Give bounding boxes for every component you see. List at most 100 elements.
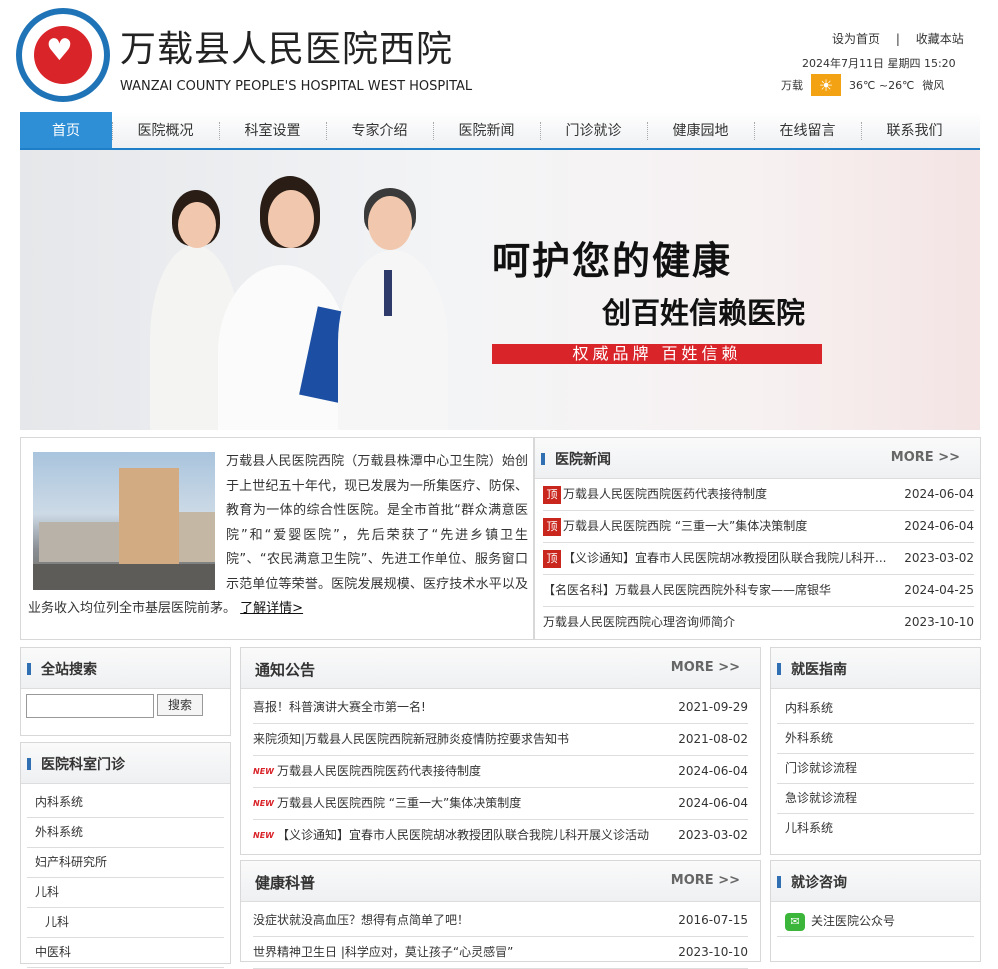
top-links-separator: |	[895, 32, 900, 46]
dept-item[interactable]: 内科系统	[27, 788, 224, 818]
guide-item[interactable]: 门诊就诊流程	[777, 754, 974, 784]
notice-title[interactable]: 来院须知|万载县人民医院西院新冠肺炎疫情防控要求告知书	[253, 732, 569, 746]
list-item[interactable]: 万载县人民医院西院心理咨询师简介 2023-10-10	[543, 607, 974, 638]
health-title-item[interactable]: 没症状就没高血压？想得有点简单了吧！	[253, 913, 469, 927]
notices-list: 喜报！科普演讲大赛全市第一名! 2021-09-29 来院须知|万载县人民医院西院…	[253, 692, 748, 851]
guide-item[interactable]: 儿科系统	[777, 814, 974, 843]
doctor-male-figure	[338, 250, 448, 430]
news-date: 2024-06-04	[904, 519, 974, 533]
nav-message[interactable]: 在线留言	[754, 112, 861, 148]
news-title[interactable]: 万载县人民医院西院医药代表接待制度	[563, 487, 767, 501]
health-title-item[interactable]: 世界精神卫生日 |科学应对，莫让孩子“心灵感冒”	[253, 945, 513, 959]
notice-date: 2021-09-29	[678, 700, 748, 714]
about-more-link[interactable]: 了解详情>	[240, 601, 303, 616]
list-item[interactable]: 顶万载县人民医院西院医药代表接待制度 2024-06-04	[543, 479, 974, 511]
hospital-news-box: 医院新闻 MORE >> 顶万载县人民医院西院医药代表接待制度 2024-06-0…	[534, 437, 981, 640]
list-item[interactable]: 【名医名科】万载县人民医院西院外科专家——席银华 2024-04-25	[543, 575, 974, 607]
list-item[interactable]: NEW 万载县人民医院西院 “三重一大”集体决策制度 2024-06-04	[253, 788, 748, 820]
health-date: 2016-07-15	[678, 913, 748, 927]
departments-header: 医院科室门诊	[21, 743, 230, 784]
health-header: 健康科普 MORE >>	[241, 861, 760, 902]
nav-contact[interactable]: 联系我们	[861, 112, 968, 148]
list-item[interactable]: NEW 万载县人民医院西院医药代表接待制度 2024-06-04	[253, 756, 748, 788]
list-item[interactable]: 世界精神卫生日 |科学应对，莫让孩子“心灵感冒” 2023-10-10	[253, 937, 748, 969]
notices-more[interactable]: MORE >>	[671, 660, 740, 675]
notice-title[interactable]: 万载县人民医院西院医药代表接待制度	[277, 764, 481, 778]
guide-box: 就医指南 内科系统 外科系统 门诊就诊流程 急诊就诊流程 儿科系统	[770, 647, 981, 855]
nav-departments[interactable]: 科室设置	[219, 112, 326, 148]
news-title[interactable]: 【义诊通知】宜春市人民医院胡冰教授团队联合我院儿科开...	[563, 551, 886, 565]
top-badge: 顶	[543, 549, 561, 568]
nav-outpatient[interactable]: 门诊就诊	[540, 112, 647, 148]
notice-title[interactable]: 万载县人民医院西院 “三重一大”集体决策制度	[277, 796, 521, 810]
dept-item[interactable]: 儿科	[27, 878, 224, 908]
notice-title[interactable]: 【义诊通知】宜春市人民医院胡冰教授团队联合我院儿科开展义诊活动	[277, 828, 649, 842]
about-image-spacer	[28, 450, 226, 590]
doctor-male-face	[368, 196, 412, 250]
list-item[interactable]: 顶【义诊通知】宜春市人民医院胡冰教授团队联合我院儿科开... 2023-03-02	[543, 543, 974, 575]
list-item[interactable]: 顶万载县人民医院西院 “三重一大”集体决策制度 2024-06-04	[543, 511, 974, 543]
wechat-label[interactable]: 关注医院公众号	[811, 914, 895, 928]
notice-date: 2023-03-02	[678, 828, 748, 842]
search-header: 全站搜索	[21, 648, 230, 689]
hero-banner: 呵护您的健康 创百姓信赖医院 权威品牌 百姓信赖	[20, 150, 980, 430]
title-bar-icon	[777, 876, 781, 888]
wechat-follow[interactable]: ✉ 关注医院公众号	[777, 907, 974, 937]
guide-item[interactable]: 外科系统	[777, 724, 974, 754]
health-list: 没症状就没高血压？想得有点简单了吧！ 2016-07-15 世界精神卫生日 |科学…	[253, 905, 748, 969]
top-badge: 顶	[543, 517, 561, 536]
nav-about[interactable]: 医院概况	[112, 112, 219, 148]
news-title[interactable]: 万载县人民医院西院 “三重一大”集体决策制度	[563, 519, 807, 533]
banner-slogan-bar: 权威品牌 百姓信赖	[492, 344, 822, 364]
guide-item[interactable]: 急诊就诊流程	[777, 784, 974, 814]
nav-experts[interactable]: 专家介绍	[326, 112, 433, 148]
nav-news[interactable]: 医院新闻	[433, 112, 540, 148]
notices-header: 通知公告 MORE >>	[241, 648, 760, 689]
site-search-box: 全站搜索	[20, 647, 231, 736]
list-item[interactable]: 喜报！科普演讲大赛全市第一名! 2021-09-29	[253, 692, 748, 724]
departments-title: 医院科室门诊	[41, 757, 125, 773]
current-datetime: 2024年7月11日 星期四 15:20	[802, 57, 956, 70]
notice-date: 2024-06-04	[678, 764, 748, 778]
health-title: 健康科普	[255, 874, 316, 892]
nav-home[interactable]: 首页	[20, 112, 112, 148]
notice-title[interactable]: 喜报！科普演讲大赛全市第一名!	[253, 700, 426, 714]
nav-health[interactable]: 健康园地	[647, 112, 754, 148]
hospital-news-title: 医院新闻	[555, 452, 611, 468]
notices-box: 通知公告 MORE >> 喜报！科普演讲大赛全市第一名! 2021-09-29 来…	[240, 647, 761, 855]
title-bar-icon	[777, 663, 781, 675]
hospital-news-more[interactable]: MORE >>	[891, 450, 960, 465]
hospital-news-list: 顶万载县人民医院西院医药代表接待制度 2024-06-04 顶万载县人民医院西院 …	[543, 479, 974, 638]
title-bar-icon	[541, 453, 545, 465]
guide-item[interactable]: 内科系统	[777, 694, 974, 724]
consult-list: ✉ 关注医院公众号	[777, 907, 974, 937]
search-input[interactable]	[26, 694, 154, 718]
departments-list: 内科系统 外科系统 妇产科研究所 儿科 儿科 中医科	[27, 788, 224, 968]
dept-item[interactable]: 妇产科研究所	[27, 848, 224, 878]
banner-slogan-main: 呵护您的健康	[492, 239, 733, 283]
main-nav: 首页 医院概况 科室设置 专家介绍 医院新闻 门诊就诊 健康园地 在线留言 联系…	[20, 112, 980, 150]
search-button[interactable]: 搜索	[157, 694, 203, 716]
dept-item[interactable]: 中医科	[27, 938, 224, 968]
dept-subitem[interactable]: 儿科	[27, 908, 224, 938]
dept-item[interactable]: 外科系统	[27, 818, 224, 848]
top-badge: 顶	[543, 485, 561, 504]
news-title[interactable]: 万载县人民医院西院心理咨询师简介	[543, 615, 735, 629]
health-more[interactable]: MORE >>	[671, 873, 740, 888]
title-bar-icon	[27, 758, 31, 770]
weather-city: 万载	[781, 79, 803, 92]
nurse-face	[178, 202, 216, 248]
list-item[interactable]: NEW 【义诊通知】宜春市人民医院胡冰教授团队联合我院儿科开展义诊活动 2023-0…	[253, 820, 748, 851]
notice-date: 2021-08-02	[678, 732, 748, 746]
list-item[interactable]: 没症状就没高血压？想得有点简单了吧！ 2016-07-15	[253, 905, 748, 937]
news-date: 2023-03-02	[904, 551, 974, 565]
news-date: 2023-10-10	[904, 615, 974, 629]
bookmark-link[interactable]: 收藏本站	[916, 32, 964, 46]
set-home-link[interactable]: 设为首页	[832, 32, 880, 46]
consult-header: 就诊咨询	[771, 861, 980, 902]
doctor-tie	[384, 270, 392, 316]
news-title[interactable]: 【名医名科】万载县人民医院西院外科专家——席银华	[543, 583, 831, 597]
about-intro: 万载县人民医院西院（万载县株潭中心卫生院）始创于上世纪五十年代，现已发展为一所集…	[28, 450, 528, 622]
list-item[interactable]: 来院须知|万载县人民医院西院新冠肺炎疫情防控要求告知书 2021-08-02	[253, 724, 748, 756]
site-title-cn: 万载县人民医院西院	[120, 29, 454, 70]
